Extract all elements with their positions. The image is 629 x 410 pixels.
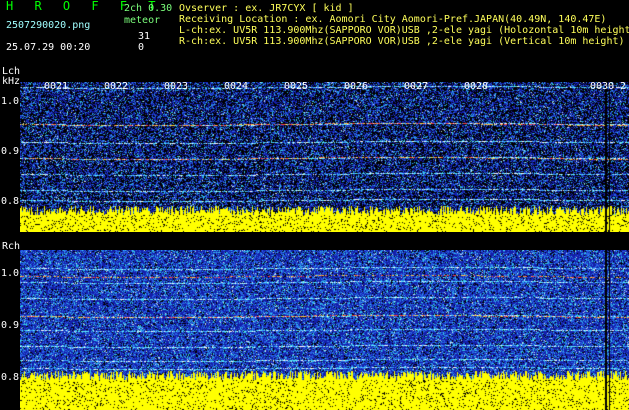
station-info: Ovserver : ex. JR7CYX [ kid ] Receiving …	[179, 3, 629, 47]
xtick-0028: 0028	[464, 81, 489, 92]
rch-ytick-2: 0.9	[1, 320, 20, 331]
xtick-0026: 0026	[344, 81, 369, 92]
xtick-0030: 0030	[590, 81, 615, 92]
datetime-label: 25.07.29 00:20	[6, 42, 91, 53]
lch-ytick-1: 1.0	[1, 96, 20, 107]
version-label: 2ch 0.30	[124, 3, 173, 14]
rch-ytick-1: 1.0	[1, 268, 20, 279]
xtick-trailing: 2	[620, 81, 627, 92]
xtick-0023: 0023	[164, 81, 189, 92]
lch-spectrogram	[20, 82, 629, 232]
rch-ytick-3: 0.8	[1, 372, 20, 383]
lch-count: 31	[138, 31, 151, 42]
rch-spectrogram	[20, 250, 629, 410]
lch-ytick-3: 0.8	[1, 196, 20, 207]
xtick-0027: 0027	[404, 81, 429, 92]
lch-ytick-2: 0.9	[1, 146, 20, 157]
rch-count: 0	[138, 42, 145, 53]
khz-unit-label: kHz	[2, 76, 21, 87]
info-rch: R-ch:ex. UV5R 113.900Mhz(SAPPORO VOR)USB…	[179, 36, 625, 47]
info-lch: L-ch:ex. UV5R 113.900Mhz(SAPPORO VOR)USB…	[179, 25, 629, 36]
info-location: Receiving Location : ex. Aomori City Aom…	[179, 14, 607, 25]
xtick-0025: 0025	[284, 81, 309, 92]
hrofft-window: H R O F F T 2ch 0.30 meteor 2507290020.p…	[0, 0, 629, 410]
xtick-0024: 0024	[224, 81, 249, 92]
detection-type-label: meteor	[124, 15, 161, 26]
info-observer: Ovserver : ex. JR7CYX [ kid ]	[179, 3, 354, 14]
rch-label: Rch	[2, 241, 21, 252]
xtick-0022: 0022	[104, 81, 129, 92]
xtick-0021: 0021	[44, 81, 69, 92]
filename-label: 2507290020.png	[6, 20, 91, 31]
